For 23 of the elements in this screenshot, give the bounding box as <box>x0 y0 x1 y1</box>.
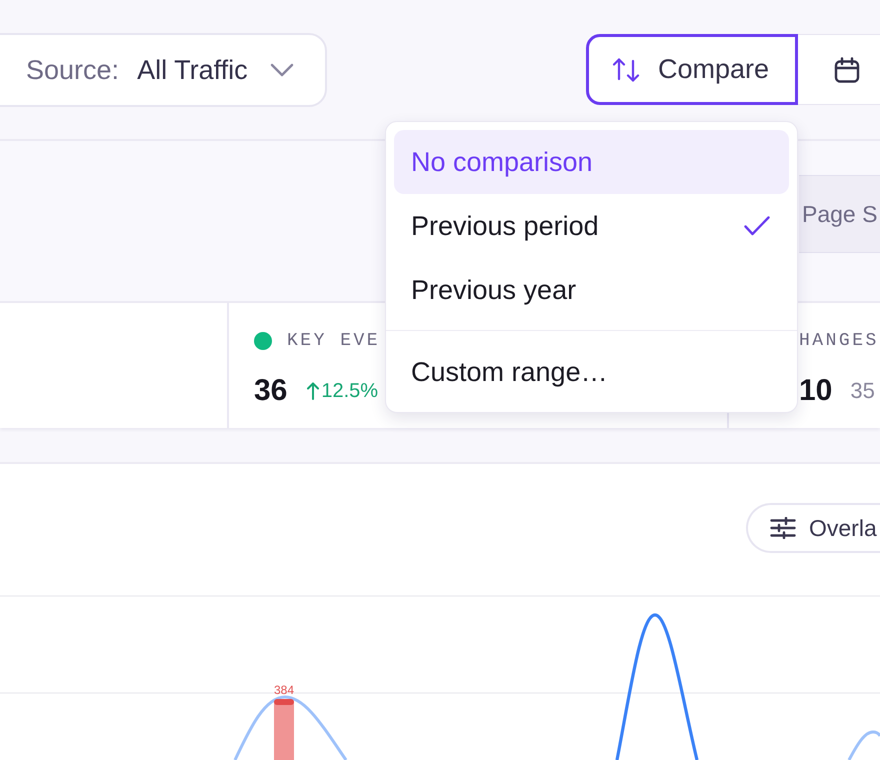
checkmark-icon <box>744 216 770 236</box>
overlay-button[interactable]: Overla <box>746 503 880 553</box>
segment-tab[interactable]: Page S <box>799 175 880 253</box>
calendar-icon <box>834 56 860 82</box>
menu-item[interactable]: No comparison <box>394 130 789 194</box>
metric-change: 12.5% <box>321 380 378 402</box>
metric-value: 36 <box>254 373 288 409</box>
previous-period-line <box>848 730 880 760</box>
source-dropdown[interactable]: Source: All Traffic <box>0 33 327 107</box>
compare-button[interactable]: Compare <box>586 34 798 105</box>
calendar-button[interactable] <box>798 34 880 105</box>
sliders-icon <box>770 517 796 539</box>
menu-item[interactable]: Previous year <box>394 258 789 322</box>
menu-item[interactable]: Previous period <box>394 194 789 258</box>
menu-item[interactable]: Custom range… <box>394 340 789 404</box>
metric-value: 10 <box>799 373 832 409</box>
metric-previous-value: 35 <box>850 378 875 404</box>
bar-value-label: 384 <box>274 683 294 697</box>
arrows-up-down-icon <box>612 56 640 82</box>
highlighted-bar <box>274 699 294 760</box>
chevron-down-icon <box>270 63 294 77</box>
metric-label: KEY EVE <box>287 331 380 351</box>
metric-label: HANGES <box>799 331 879 351</box>
